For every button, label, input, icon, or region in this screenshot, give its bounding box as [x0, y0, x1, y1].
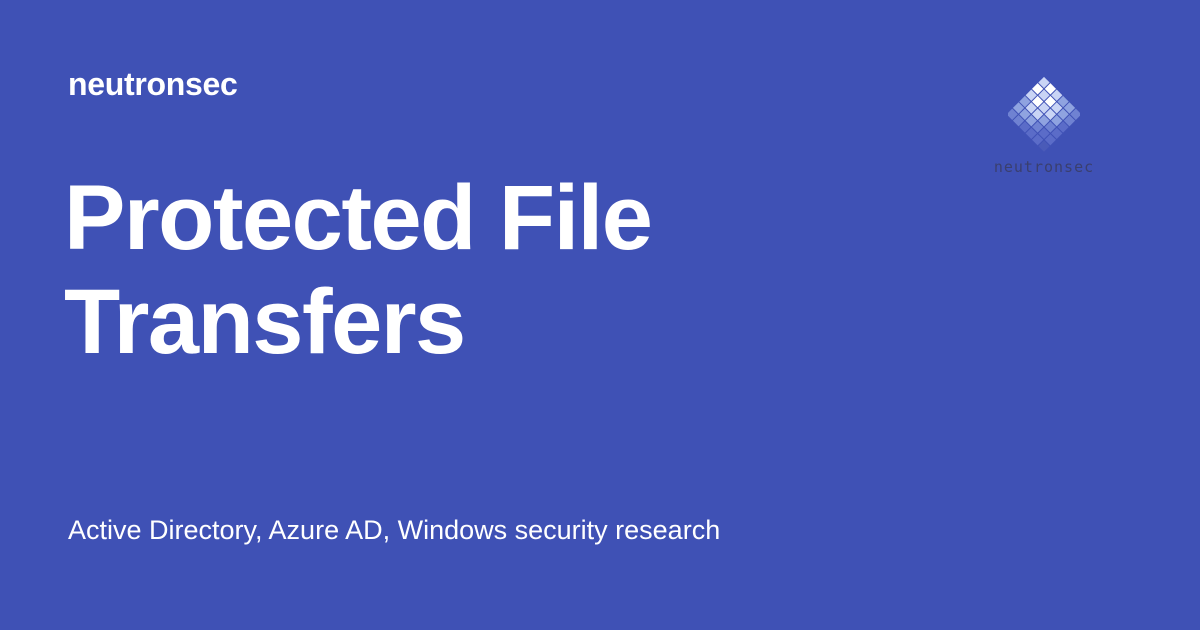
- post-title: Protected File Transfers: [64, 167, 653, 373]
- site-tagline: Active Directory, Azure AD, Windows secu…: [68, 515, 721, 545]
- og-card: neutronsec Protected File Transfers Acti…: [0, 0, 1200, 630]
- diamond-grid-icon: [1008, 76, 1080, 152]
- site-logo: neutronsec: [984, 74, 1104, 184]
- site-name: neutronsec: [68, 66, 238, 102]
- logo-wordmark: neutronsec: [993, 158, 1095, 176]
